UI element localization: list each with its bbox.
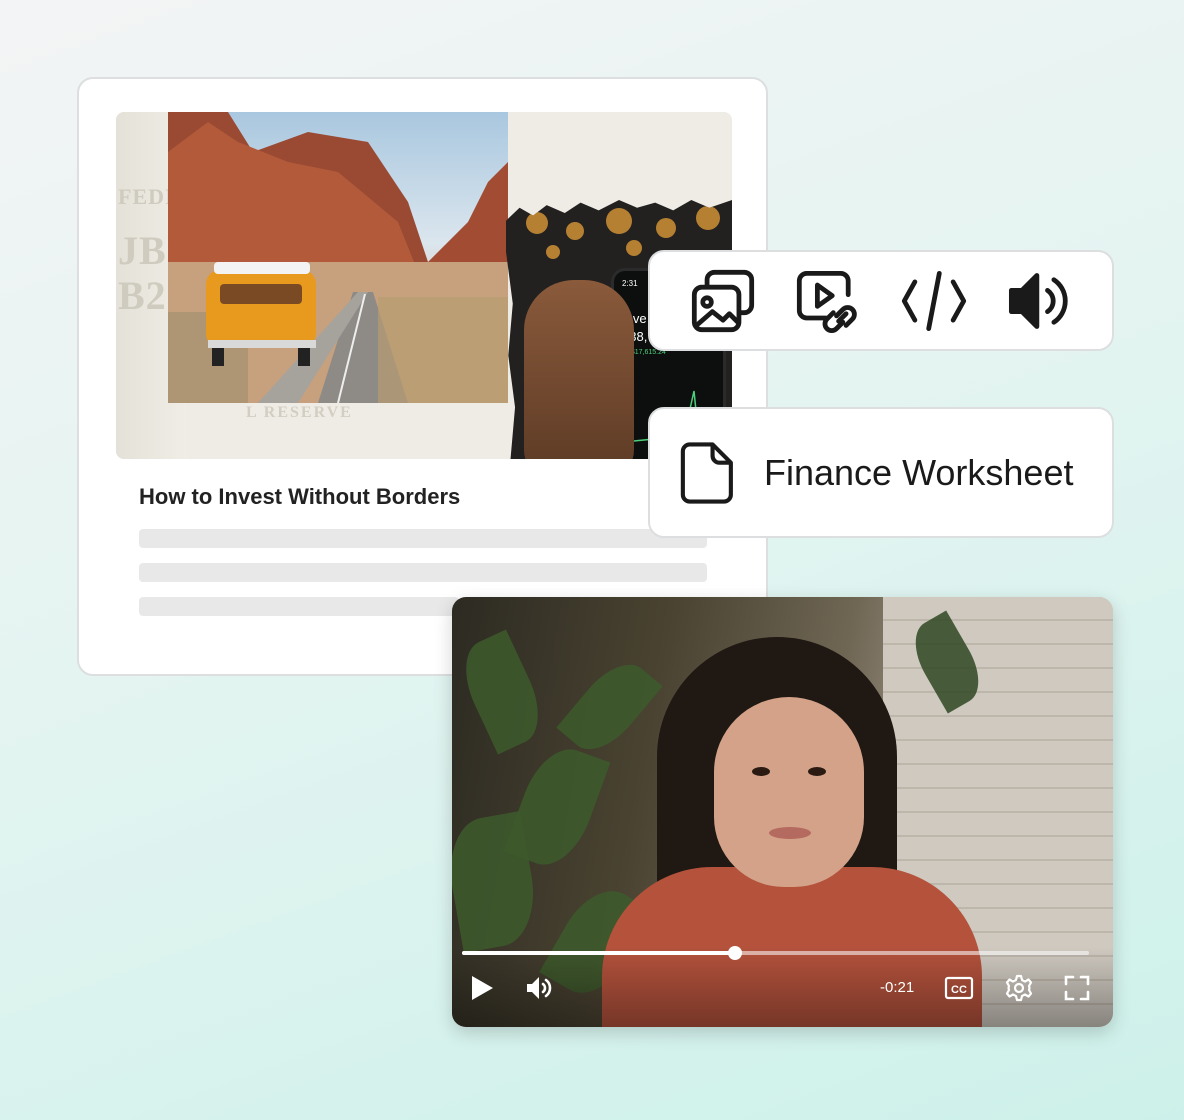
video-link-icon	[797, 270, 857, 333]
volume-icon	[527, 977, 552, 999]
image-gallery-button[interactable]	[688, 266, 758, 336]
phone-time: 2:31	[622, 279, 638, 288]
mute-button[interactable]	[522, 971, 556, 1005]
seal-text: L RESERVE	[246, 404, 353, 421]
gear-icon	[1005, 974, 1033, 1002]
images-icon	[691, 269, 754, 332]
speaker-icon	[1009, 272, 1068, 329]
captions-button[interactable]: CC	[942, 971, 976, 1005]
embed-code-button[interactable]	[899, 266, 969, 336]
video-controls: -0:21 CC	[452, 946, 1113, 1027]
video-player[interactable]: -0:21 CC	[452, 597, 1113, 1027]
skeleton-line	[139, 597, 459, 616]
bill-text-3: B2	[118, 273, 167, 318]
article-hero-collage: FEDI JB B2 L RESERVE 2:31 Inve $38, ▲ $1…	[116, 112, 732, 459]
video-link-button[interactable]	[793, 266, 863, 336]
skeleton-line	[139, 529, 707, 548]
play-button[interactable]	[464, 971, 498, 1005]
progress-fill	[462, 951, 735, 955]
article-card: FEDI JB B2 L RESERVE 2:31 Inve $38, ▲ $1…	[77, 77, 768, 676]
file-attachment-card[interactable]: Finance Worksheet	[648, 407, 1114, 538]
fullscreen-icon	[1064, 975, 1090, 1001]
media-toolbar	[648, 250, 1114, 351]
time-remaining: -0:21	[880, 979, 915, 996]
article-title[interactable]: How to Invest Without Borders	[139, 484, 460, 510]
bill-text-2: JB	[118, 228, 167, 273]
settings-button[interactable]	[1002, 971, 1036, 1005]
code-icon	[901, 270, 966, 331]
captions-label: CC	[951, 984, 967, 996]
presenter-face	[714, 697, 864, 887]
document-icon	[680, 441, 733, 504]
skeleton-line	[139, 563, 707, 582]
desert-scene	[168, 112, 508, 403]
progress-track[interactable]	[462, 946, 1089, 960]
captions-icon: CC	[944, 976, 974, 1000]
play-icon	[472, 976, 493, 1000]
file-name: Finance Worksheet	[764, 451, 1074, 493]
audio-button[interactable]	[1004, 266, 1074, 336]
desert-road-photo	[168, 112, 508, 403]
hand	[524, 280, 634, 459]
fullscreen-button[interactable]	[1060, 971, 1094, 1005]
progress-thumb[interactable]	[727, 946, 742, 960]
bill-text-1: FEDI	[118, 184, 175, 209]
